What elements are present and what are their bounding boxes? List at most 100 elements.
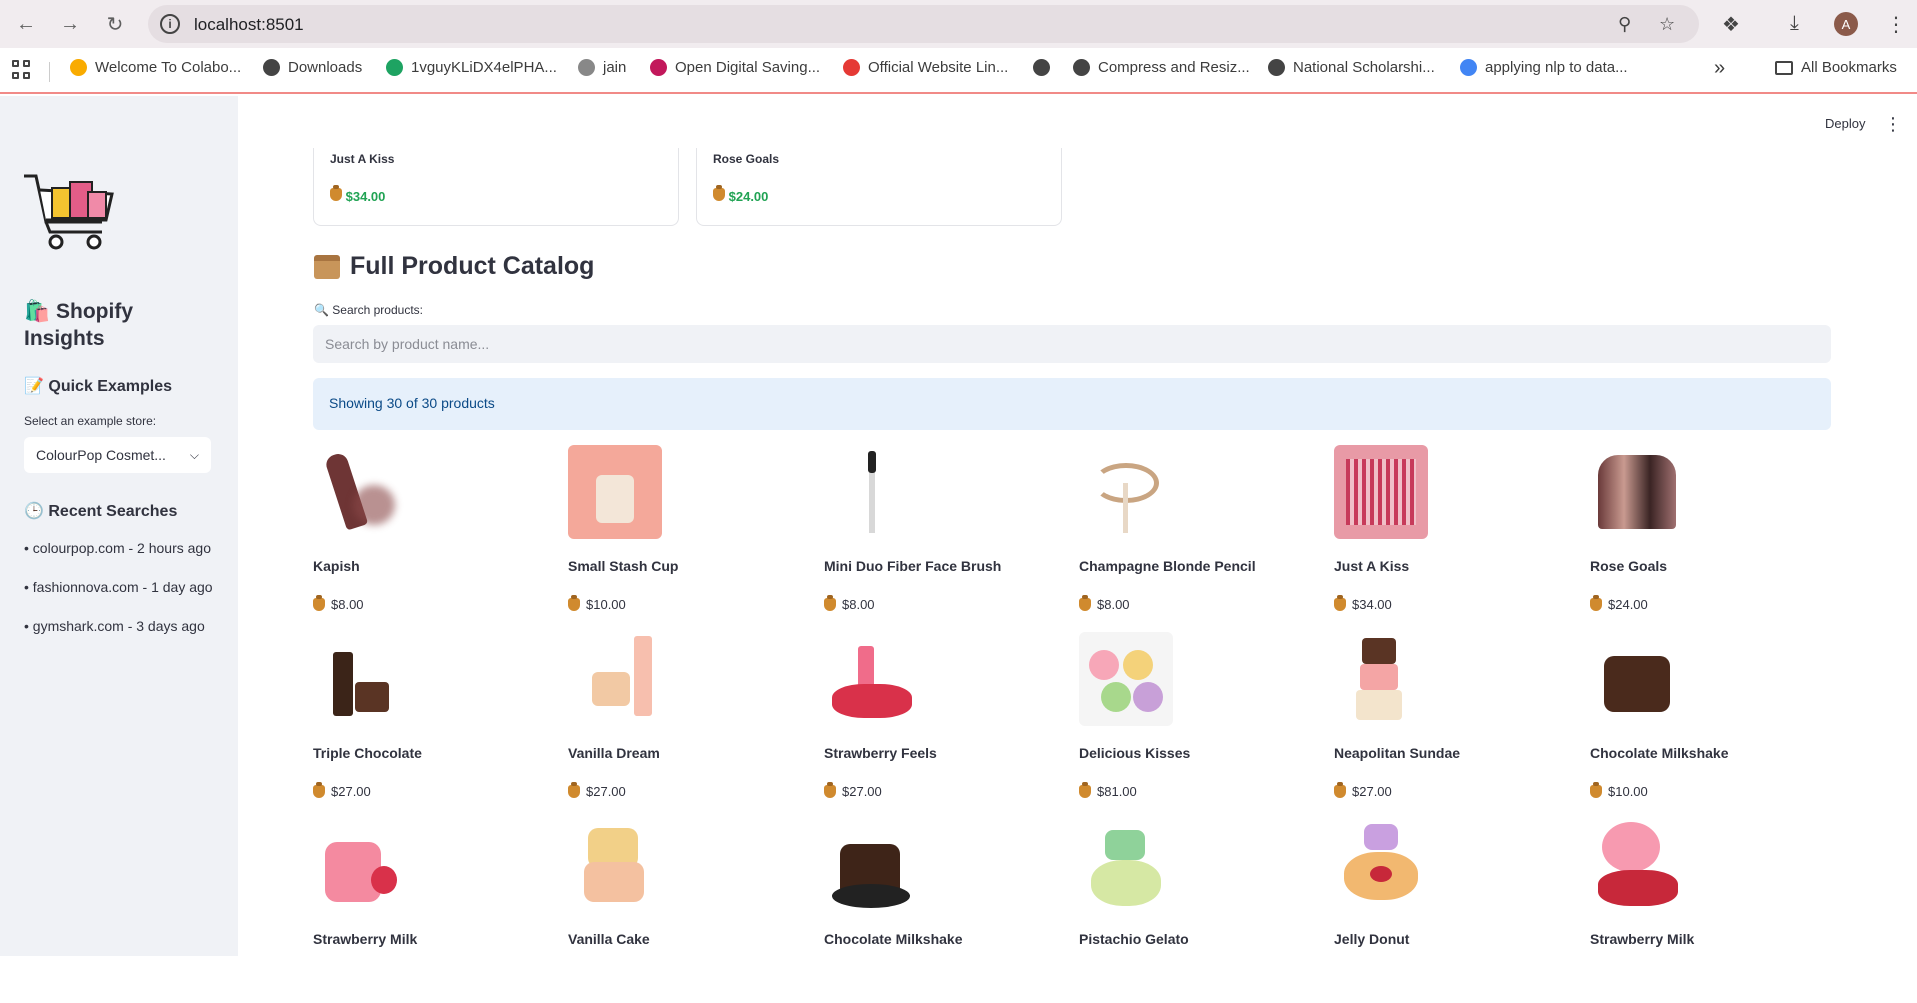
product-card[interactable]: Strawberry Feels $27.00 [824, 632, 1064, 817]
deploy-button[interactable]: Deploy [1825, 116, 1865, 131]
product-image[interactable] [824, 632, 918, 726]
product-price-text: $10.00 [1608, 784, 1648, 799]
product-card[interactable]: Vanilla Dream $27.00 [568, 632, 808, 817]
target-icon [843, 59, 860, 76]
product-image[interactable] [1590, 632, 1684, 726]
store-select[interactable]: ColourPop Cosmet... ⌵ [24, 437, 211, 473]
product-card[interactable]: Chocolate Milkshake $10.00 [1590, 632, 1830, 817]
product-name: Pistachio Gelato [1079, 931, 1189, 947]
shopping-cart-logo [24, 174, 114, 250]
product-price-text: $27.00 [331, 784, 371, 799]
bookmark-item[interactable]: Official Website Lin... [843, 59, 1008, 76]
download-icon[interactable]: ⤓ [1790, 12, 1799, 35]
profile-avatar[interactable]: A [1834, 12, 1858, 36]
bookmark-item[interactable]: National Scholarshi... [1268, 59, 1435, 76]
product-card[interactable]: Chocolate Milkshake [824, 818, 1064, 1003]
product-image[interactable] [313, 632, 407, 726]
product-card[interactable]: Jelly Donut [1334, 818, 1574, 1003]
product-card[interactable]: Strawberry Milk [1590, 818, 1830, 1003]
product-image[interactable] [568, 632, 662, 726]
bookmark-item[interactable]: applying nlp to data... [1460, 59, 1628, 76]
product-price: $8.00 [313, 595, 364, 612]
shopping-bags-icon: 🛍️ [24, 300, 51, 323]
recent-searches-heading: 🕒 Recent Searches [24, 501, 177, 521]
product-card[interactable]: Kapish $8.00 [313, 445, 553, 630]
product-card[interactable]: Small Stash Cup $10.00 [568, 445, 808, 630]
browser-toolbar: ← → ↻ i localhost:8501 ⚲ ☆ ❖ ⤓ A ⋮ [0, 0, 1917, 48]
product-image[interactable] [1079, 818, 1173, 912]
bookmark-label: applying nlp to data... [1485, 59, 1628, 76]
recent-search-item[interactable]: • gymshark.com - 3 days ago [24, 618, 205, 634]
product-card[interactable]: Triple Chocolate $27.00 [313, 632, 553, 817]
product-image[interactable] [1334, 632, 1428, 726]
product-card[interactable]: Strawberry Milk [313, 818, 553, 1003]
bookmark-item[interactable]: jain [578, 59, 626, 76]
money-bag-icon [824, 782, 836, 798]
product-card[interactable]: Mini Duo Fiber Face Brush $8.00 [824, 445, 1064, 630]
product-card[interactable]: Vanilla Cake [568, 818, 808, 1003]
back-icon[interactable]: ← [14, 12, 38, 36]
product-card[interactable]: Pistachio Gelato [1079, 818, 1319, 1003]
all-bookmarks[interactable]: All Bookmarks [1775, 59, 1897, 76]
bookmark-label: Open Digital Saving... [675, 59, 821, 76]
catalog-title-text: Full Product Catalog [350, 252, 595, 280]
bookmarks-bar: Welcome To Colabo... Downloads 1vguyKLiDX4… [0, 48, 1917, 94]
product-image[interactable] [568, 445, 662, 539]
product-price-text: $27.00 [1352, 784, 1392, 799]
money-bag-icon [1334, 595, 1346, 611]
apps-grid-icon[interactable] [12, 60, 32, 80]
money-bag-icon [1079, 782, 1091, 798]
main-menu-icon[interactable]: ⋮ [1884, 114, 1902, 135]
bookmark-item[interactable] [1033, 59, 1050, 76]
featured-card: Just A Kiss $34.00 [313, 148, 679, 226]
product-card[interactable]: Neapolitan Sundae $27.00 [1334, 632, 1574, 817]
recent-search-item[interactable]: • colourpop.com - 2 hours ago [24, 540, 211, 556]
product-image[interactable] [568, 818, 662, 912]
store-select-value: ColourPop Cosmet... [36, 447, 166, 463]
product-price: $34.00 [1334, 595, 1392, 612]
product-card[interactable]: Just A Kiss $34.00 [1334, 445, 1574, 630]
package-icon [314, 254, 340, 279]
product-image[interactable] [824, 445, 918, 539]
jain-icon [578, 59, 595, 76]
product-card[interactable]: Rose Goals $24.00 [1590, 445, 1830, 630]
bookmark-item[interactable]: Downloads [263, 59, 362, 76]
address-bar[interactable]: i localhost:8501 ⚲ ☆ [148, 5, 1699, 43]
product-card[interactable]: Delicious Kisses $81.00 [1079, 632, 1319, 817]
product-image[interactable] [313, 818, 407, 912]
product-image[interactable] [1590, 445, 1684, 539]
globe-icon [1268, 59, 1285, 76]
product-price: $8.00 [1079, 595, 1130, 612]
url-text[interactable]: localhost:8501 [194, 15, 304, 35]
menu-icon[interactable]: ⋮ [1886, 12, 1906, 37]
money-bag-icon [713, 185, 725, 201]
product-card[interactable]: Champagne Blonde Pencil $8.00 [1079, 445, 1319, 630]
recent-searches-text: Recent Searches [48, 503, 178, 520]
product-image[interactable] [1079, 445, 1173, 539]
product-image[interactable] [1590, 818, 1684, 912]
bookmark-item[interactable]: Open Digital Saving... [650, 59, 820, 76]
product-price-text: $8.00 [1097, 597, 1130, 612]
money-bag-icon [1334, 782, 1346, 798]
zoom-icon[interactable]: ⚲ [1618, 14, 1631, 35]
extensions-icon[interactable]: ❖ [1722, 12, 1740, 37]
bookmark-item[interactable]: Compress and Resiz... [1073, 59, 1250, 76]
bookmark-item[interactable]: Welcome To Colabo... [70, 59, 241, 76]
store-select-label: Select an example store: [24, 414, 157, 428]
product-image[interactable] [1334, 818, 1428, 912]
more-bookmarks-icon[interactable]: » [1714, 57, 1725, 80]
search-input[interactable] [313, 325, 1831, 363]
bookmark-item[interactable]: 1vguyKLiDX4elPHA... [386, 59, 557, 76]
forward-icon[interactable]: → [58, 12, 82, 36]
product-image[interactable] [824, 818, 918, 912]
product-price-text: $34.00 [1352, 597, 1392, 612]
product-image[interactable] [1079, 632, 1173, 726]
product-image[interactable] [313, 445, 407, 539]
star-icon[interactable]: ☆ [1659, 14, 1675, 35]
site-info-icon[interactable]: i [160, 14, 180, 34]
recent-search-item[interactable]: • fashionnova.com - 1 day ago [24, 579, 213, 595]
globe-icon [1073, 59, 1090, 76]
all-bookmarks-label: All Bookmarks [1801, 59, 1897, 76]
reload-icon[interactable]: ↻ [103, 12, 127, 36]
product-image[interactable] [1334, 445, 1428, 539]
